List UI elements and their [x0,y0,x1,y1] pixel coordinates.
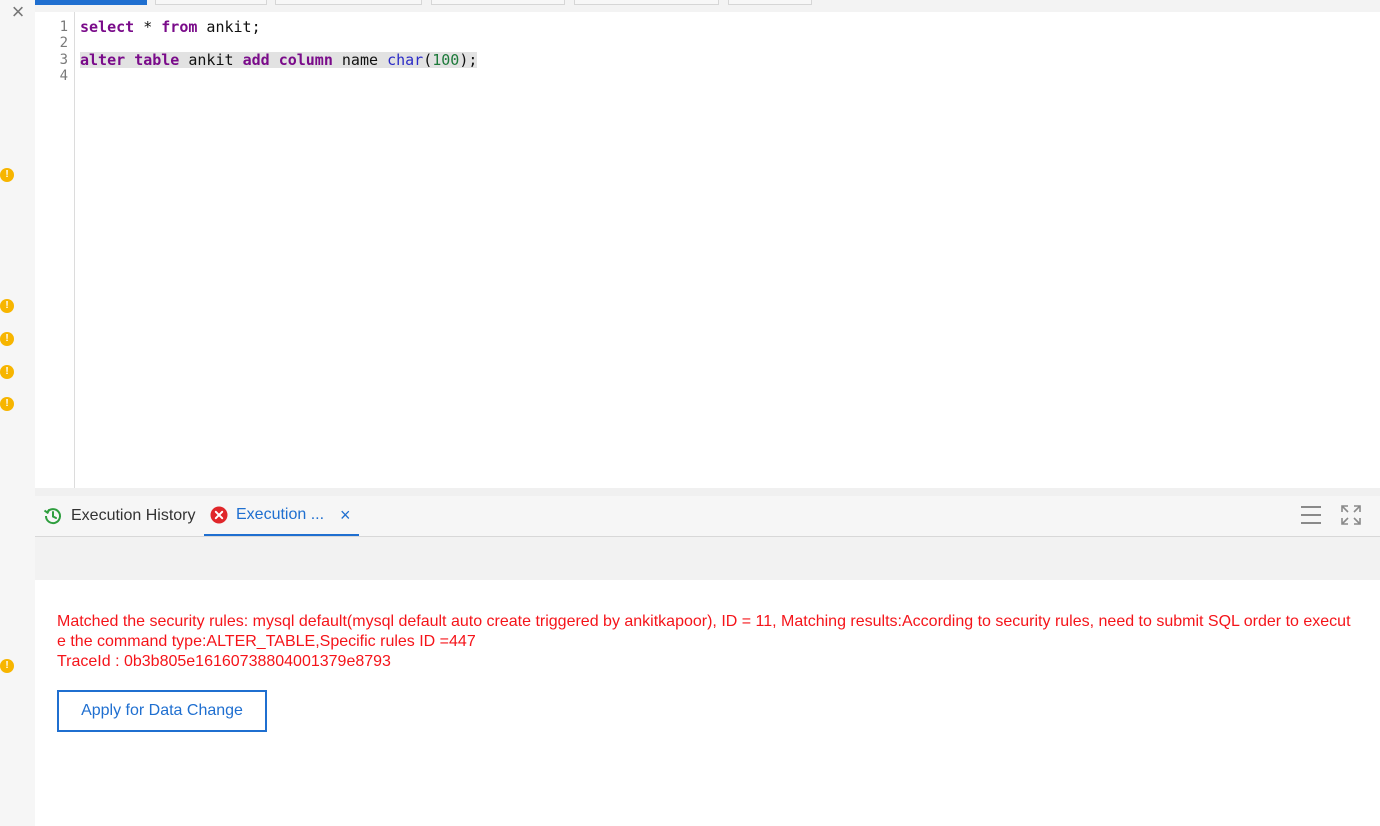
warning-icon[interactable]: ! [0,365,14,379]
editor-tab[interactable] [728,0,812,5]
sql-number: 100 [432,51,460,69]
sql-text: ( [423,51,433,69]
tab-label: Execution ... [236,506,325,523]
sql-keyword: column [278,51,333,69]
tab-close-icon[interactable]: × [340,505,351,526]
line-number: 3 [59,52,68,68]
code-line-3-selected[interactable]: alter table ankit add column name char(1… [80,51,478,69]
sql-keyword: from [161,18,198,36]
error-message: Matched the security rules: mysql defaul… [57,612,1359,672]
sql-keyword: add [242,51,270,69]
history-icon [43,506,63,526]
error-message-text: Matched the security rules: mysql defaul… [57,613,1351,650]
tab-execution-history[interactable]: Execution History [43,496,196,536]
result-panel-tabs: Execution History Execution ... × [35,496,1380,537]
result-toolbar-area [35,537,1380,580]
editor-tab[interactable] [155,0,267,5]
line-number-gutter: 1 2 3 4 [35,12,75,488]
tab-execution-result[interactable]: Execution ... × [204,496,359,536]
result-panel-body: Matched the security rules: mysql defaul… [35,580,1380,826]
sql-keyword: alter [80,51,126,69]
panel-tools [1300,504,1362,526]
apply-for-data-change-button[interactable]: Apply for Data Change [57,690,267,732]
sql-editor[interactable]: 1 2 3 4 select * from ankit; alter table… [35,12,1380,488]
warning-icon[interactable]: ! [0,168,14,182]
sql-text: ankit [179,51,243,69]
error-icon [210,506,228,524]
warning-icon[interactable]: ! [0,397,14,411]
editor-tab[interactable] [574,0,719,5]
sql-text: ankit; [197,18,261,36]
line-number: 2 [59,35,68,51]
code-line-1[interactable]: select * from ankit; [80,19,261,35]
line-number: 1 [59,19,68,35]
tab-label: Execution History [71,507,196,524]
sql-text: ); [459,51,478,69]
sql-keyword: table [134,51,180,69]
warning-icon[interactable]: ! [0,659,14,673]
warning-icon[interactable]: ! [0,299,14,313]
panel-splitter[interactable] [35,488,1380,496]
left-sidebar-strip: × ! ! ! ! ! ! [0,0,36,826]
sql-text: name [332,51,388,69]
editor-tab[interactable] [275,0,422,5]
close-icon[interactable]: × [8,1,28,23]
top-tab-strip [35,0,1380,12]
line-number: 4 [59,68,68,84]
sql-text: * [134,18,162,36]
trace-id: TraceId : 0b3b805e16160738804001379e8793 [57,653,391,670]
sql-type: char [387,51,424,69]
fullscreen-icon[interactable] [1340,504,1362,526]
editor-tab-active[interactable] [35,0,147,5]
warning-icon[interactable]: ! [0,332,14,346]
list-icon[interactable] [1300,504,1322,526]
editor-tab[interactable] [431,0,565,5]
sql-keyword: select [80,18,135,36]
